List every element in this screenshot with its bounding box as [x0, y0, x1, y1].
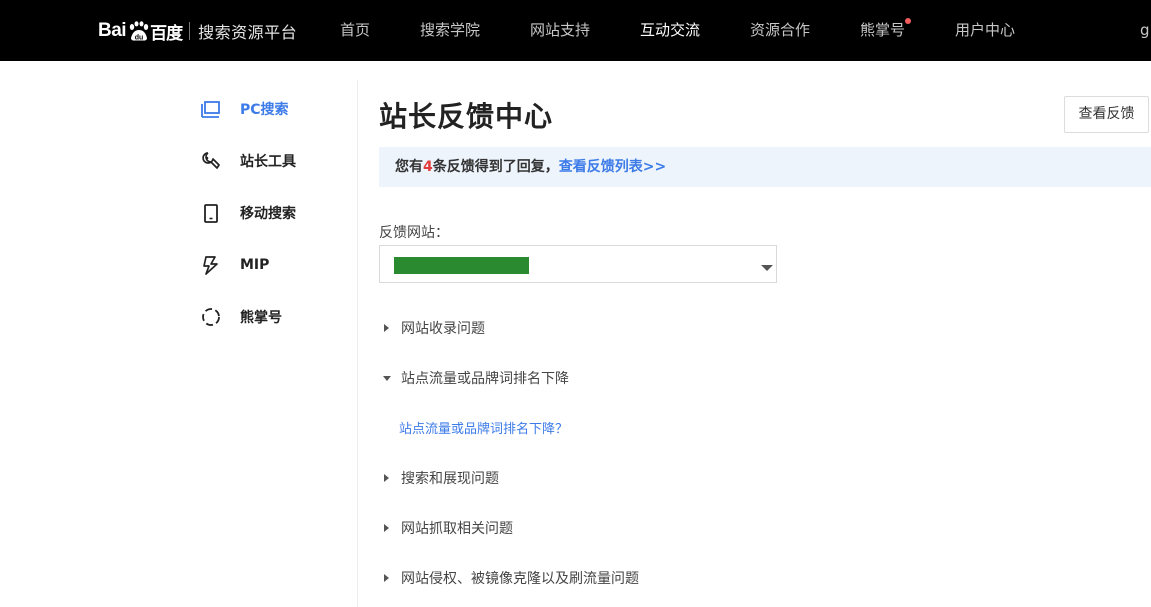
nav-interaction[interactable]: 互动交流 [640, 0, 700, 61]
faq-item-search-display[interactable]: 搜索和展现问题 [384, 468, 499, 488]
user-name-partial[interactable]: g [1140, 0, 1150, 61]
logo-text-latin: Bai [98, 20, 127, 41]
feedback-notice-bar: 您有4条反馈得到了回复，查看反馈列表>> [379, 147, 1151, 187]
wrench-icon [200, 150, 222, 172]
monitor-icon [200, 98, 222, 120]
mobile-icon [200, 202, 222, 224]
sidebar-item-mobile-search[interactable]: 移动搜索 [200, 201, 296, 225]
nav-xiongzhang[interactable]: 熊掌号 [860, 0, 912, 61]
caret-right-icon [384, 524, 389, 532]
notice-count: 4 [423, 159, 433, 175]
caret-right-icon [384, 574, 389, 582]
sidebar-item-label: 移动搜索 [240, 206, 296, 222]
logo-divider [189, 22, 191, 40]
faq-item-crawling[interactable]: 网站抓取相关问题 [384, 518, 513, 538]
logo-subtitle: 搜索资源平台 [198, 23, 298, 42]
caret-right-icon [384, 474, 389, 482]
site-select[interactable] [379, 245, 777, 283]
notice-prefix: 您有 [395, 159, 423, 175]
sidebar-item-mip[interactable]: MIP [200, 253, 269, 277]
caret-right-icon [384, 324, 389, 332]
caret-down-icon [383, 375, 391, 381]
faq-item-label: 网站侵权、被镜像克隆以及刷流量问题 [401, 571, 639, 587]
sidebar-item-label: 站长工具 [240, 154, 296, 170]
faq-item-label: 搜索和展现问题 [401, 471, 499, 487]
faq-subitem-traffic-drop[interactable]: 站点流量或品牌词排名下降？ [399, 418, 568, 437]
sidebar-item-webmaster-tools[interactable]: 站长工具 [200, 149, 296, 173]
logo-text-du: du [135, 34, 144, 41]
top-navigation-bar: Bai du 百度 搜索资源平台 首页 搜索学院 网站支持 互动交流 资源合作 … [0, 0, 1151, 61]
nav-user-center[interactable]: 用户中心 [955, 0, 1015, 61]
sidebar-item-xiongzhang[interactable]: 熊掌号 [200, 305, 282, 329]
sidebar-item-label: PC搜索 [240, 102, 289, 118]
baidu-logo[interactable]: Bai du 百度 搜索资源平台 [98, 14, 297, 48]
redacted-site-value [394, 257, 529, 274]
site-field-label: 反馈网站： [379, 225, 449, 241]
view-feedback-button[interactable]: 查看反馈 [1064, 96, 1149, 133]
faq-item-traffic-drop[interactable]: 站点流量或品牌词排名下降 [383, 368, 569, 388]
nav-site-support[interactable]: 网站支持 [530, 0, 590, 61]
logo-text-cn: 百度 [150, 23, 183, 44]
notice-suffix: 条反馈得到了回复， [432, 159, 559, 175]
nav-home[interactable]: 首页 [340, 0, 370, 61]
view-feedback-list-link[interactable]: 查看反馈列表>> [559, 159, 666, 175]
faq-item-infringement[interactable]: 网站侵权、被镜像克隆以及刷流量问题 [384, 568, 639, 588]
faq-item-label: 站点流量或品牌词排名下降 [401, 371, 569, 387]
nav-resource-cooperation[interactable]: 资源合作 [750, 0, 810, 61]
faq-item-label: 网站收录问题 [401, 321, 485, 337]
sidebar-item-label: MIP [240, 257, 270, 273]
faq-item-label: 网站抓取相关问题 [401, 521, 513, 537]
notification-badge [905, 18, 912, 24]
paw-icon: du [127, 21, 149, 41]
chevron-down-icon [761, 265, 773, 271]
sidebar-item-pc-search[interactable]: PC搜索 [200, 97, 289, 121]
dashed-circle-icon [200, 306, 222, 328]
sidebar-item-label: 熊掌号 [240, 310, 282, 326]
lightning-icon [200, 254, 222, 276]
faq-item-indexing[interactable]: 网站收录问题 [384, 318, 485, 338]
nav-search-academy[interactable]: 搜索学院 [420, 0, 480, 61]
page-title: 站长反馈中心 [379, 100, 554, 133]
nav-xiongzhang-label: 熊掌号 [860, 21, 906, 39]
sidebar-divider [357, 80, 358, 607]
